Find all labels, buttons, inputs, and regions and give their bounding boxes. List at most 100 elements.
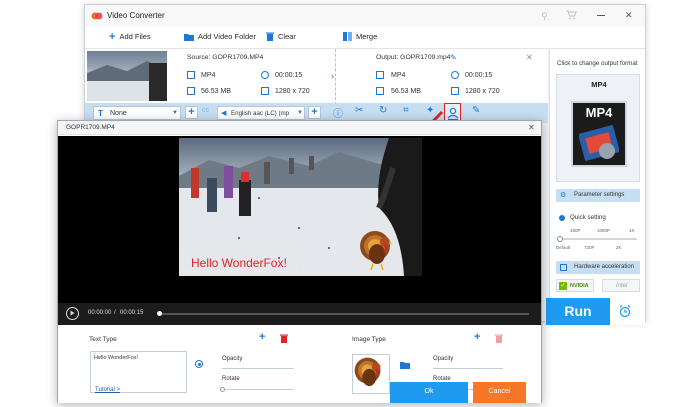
check-icon: ✓ <box>559 282 567 290</box>
watermark-settings: Text Type + Hello WonderFox! Opacity Rot… <box>58 325 541 403</box>
run-button[interactable]: Run <box>546 298 610 325</box>
chevron-down-icon: ▼ <box>172 110 178 116</box>
intel-label: Intel <box>616 283 628 289</box>
format-icon <box>187 71 195 79</box>
image-opacity-label: Opacity <box>433 356 454 362</box>
hardware-acceleration-button[interactable]: Hardware acceleration <box>556 261 640 274</box>
open-folder-icon[interactable] <box>400 361 410 369</box>
output-format-box[interactable]: MP4 MP4 <box>556 74 640 182</box>
nvidia-label: NVIDIA <box>570 283 589 289</box>
clear-button[interactable]: Clear <box>266 32 296 41</box>
seek-handle[interactable] <box>157 311 162 316</box>
playback-controls: 00:00:00 / 00:00:15 <box>58 303 541 325</box>
dialog-title: GOPR1709.MP4 <box>66 124 115 131</box>
video-preview: Hello WonderFox! <box>58 136 541 303</box>
seek-bar[interactable] <box>157 311 529 316</box>
source-resolution: 1280 x 720 <box>275 88 310 95</box>
parameter-settings-button[interactable]: ⚙ Parameter settings <box>556 189 640 202</box>
add-files-button[interactable]: + Add Files <box>109 30 151 43</box>
quality-tick-2k: 2K <box>616 245 622 250</box>
info-icon[interactable]: ⓘ <box>333 105 343 120</box>
source-format: MP4 <box>201 72 216 79</box>
parameter-settings-label: Parameter settings <box>574 192 625 198</box>
clock-icon <box>451 71 459 79</box>
text-watermark-box[interactable]: Hello WonderFox! <box>182 252 297 272</box>
cancel-button[interactable]: Cancel <box>473 382 526 403</box>
edit-pen-icon[interactable]: ✎ <box>472 105 480 116</box>
speaker-icon: ◀ <box>221 110 227 117</box>
text-type-label: Text Type <box>89 336 117 343</box>
add-text-button[interactable]: + <box>259 331 265 343</box>
size-icon <box>187 87 195 95</box>
delete-text-icon[interactable] <box>280 334 288 343</box>
delete-image-icon[interactable] <box>495 334 503 343</box>
image-thumbnail[interactable] <box>352 354 390 394</box>
add-image-button[interactable]: + <box>474 331 480 343</box>
tutorial-link[interactable]: Tutorial > <box>95 387 120 393</box>
minimize-icon[interactable] <box>597 15 605 16</box>
add-files-label: Add Files <box>119 32 151 41</box>
output-duration: 00:00:15 <box>465 72 493 79</box>
source-label: Source: GOPR1709.MP4 <box>187 54 264 61</box>
arrow-right-icon: › <box>331 71 334 81</box>
ok-label: Ok <box>424 388 434 395</box>
quality-tick-4k: 4K <box>629 228 635 233</box>
edit-output-icon[interactable]: ✎ <box>450 53 457 62</box>
quick-setting-icon <box>559 215 565 221</box>
size-icon <box>376 87 384 95</box>
image-opacity-slider[interactable] <box>433 368 503 369</box>
source-size: 56.53 MB <box>201 88 231 95</box>
chip-icon <box>560 264 567 271</box>
quality-tick-default: Default <box>556 245 571 250</box>
key-icon[interactable]: ⚲ <box>541 11 548 22</box>
play-button[interactable] <box>66 307 79 320</box>
add-subtitle-button[interactable]: + <box>185 106 198 119</box>
title-bar: Video Converter ⚲ ✕ <box>85 5 645 27</box>
turkey-watermark-image[interactable] <box>359 228 399 272</box>
plus-icon: + <box>109 30 116 43</box>
output-panel: Click to change output format MP4 MP4 ⚙ … <box>546 49 645 325</box>
window-title: Video Converter <box>107 11 165 20</box>
subtitle-select[interactable]: T None ▼ <box>93 106 181 120</box>
text-rotate-handle[interactable] <box>220 387 225 392</box>
output-size: 56.53 MB <box>391 88 421 95</box>
cc-icon[interactable]: cc <box>202 107 209 114</box>
main-toolbar: + Add Files Add Video Folder Clear Merge <box>85 27 645 49</box>
scissors-icon[interactable]: ✂ <box>355 105 363 116</box>
quick-setting-label: Quick setting <box>570 214 606 221</box>
merge-label: Merge <box>356 32 378 41</box>
audio-track-select[interactable]: ◀ English aac (LC) (mp ▼ <box>217 106 305 120</box>
quality-slider[interactable] <box>557 236 637 242</box>
text-radio-selected[interactable] <box>195 360 203 368</box>
quality-tick-480p: 480P <box>570 228 581 233</box>
clear-label: Clear <box>278 32 296 41</box>
video-thumbnail[interactable] <box>87 51 167 101</box>
ok-button[interactable]: Ok <box>390 382 468 403</box>
file-item-row: Source: GOPR1709.MP4 MP4 00:00:15 56.53 … <box>85 49 548 105</box>
dashed-divider <box>335 49 336 105</box>
image-type-label: Image Type <box>352 336 386 343</box>
run-label: Run <box>564 303 592 319</box>
output-resolution: 1280 x 720 <box>465 88 500 95</box>
add-video-folder-button[interactable]: Add Video Folder <box>184 32 256 41</box>
quality-slider-handle[interactable] <box>557 236 563 242</box>
audio-track-value: English aac (LC) (mp <box>231 110 290 117</box>
close-icon[interactable]: ✕ <box>625 10 633 21</box>
dialog-close-icon[interactable]: ✕ <box>528 123 535 132</box>
output-format-name: MP4 <box>591 80 607 89</box>
app-logo-icon <box>91 10 103 22</box>
resolution-icon <box>261 87 269 95</box>
alarm-clock-icon[interactable] <box>618 304 632 318</box>
clock-icon <box>261 71 269 79</box>
remove-item-icon[interactable]: ✕ <box>526 53 533 62</box>
output-label: Output: GOPR1709.mp4 <box>376 54 451 61</box>
format-icon <box>376 71 384 79</box>
add-audio-button[interactable]: + <box>308 106 321 119</box>
text-opacity-slider[interactable] <box>222 368 294 369</box>
cart-icon[interactable] <box>566 10 577 20</box>
text-rotate-slider[interactable] <box>220 387 294 392</box>
film-reel-icon <box>579 123 619 163</box>
merge-button[interactable]: Merge <box>343 32 377 41</box>
video-frame[interactable]: Hello WonderFox! <box>179 138 422 276</box>
text-opacity-label: Opacity <box>222 356 243 362</box>
